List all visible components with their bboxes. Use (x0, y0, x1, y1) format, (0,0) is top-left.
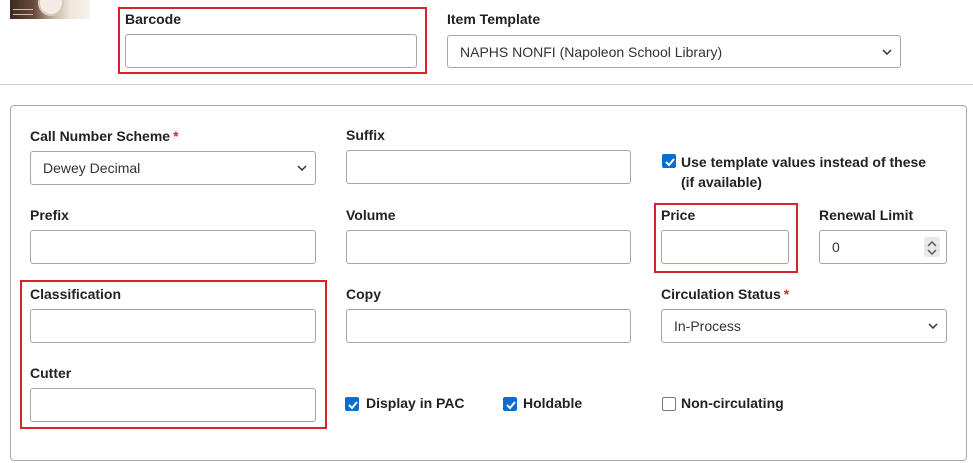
required-indicator: * (783, 286, 790, 302)
circulation-status-value: In-Process (674, 318, 741, 334)
chevron-down-icon (928, 310, 938, 342)
call-number-scheme-value: Dewey Decimal (43, 160, 141, 176)
cutter-label: Cutter (30, 365, 72, 381)
copy-input[interactable] (346, 309, 631, 343)
call-number-scheme-select[interactable]: Dewey Decimal (30, 151, 316, 185)
renewal-limit-label: Renewal Limit (819, 207, 914, 223)
volume-label: Volume (346, 207, 396, 223)
suffix-label: Suffix (346, 127, 385, 143)
price-input[interactable] (661, 230, 789, 264)
chevron-down-icon (882, 36, 892, 67)
item-cover-thumbnail (10, 0, 90, 19)
item-template-select[interactable]: NAPHS NONFI (Napoleon School Library) (447, 35, 901, 68)
holdable-checkbox[interactable] (503, 397, 517, 411)
stepper-arrows-icon[interactable] (924, 237, 940, 257)
suffix-input[interactable] (346, 150, 631, 184)
cover-image-plate (38, 0, 64, 16)
required-indicator: * (173, 128, 179, 144)
volume-input[interactable] (346, 230, 631, 264)
use-template-values-label: Use template values instead of these (if… (681, 152, 926, 192)
display-in-pac-label: Display in PAC (366, 395, 465, 411)
holdable-label: Holdable (523, 395, 583, 411)
circulation-status-label-text: Circulation Status (661, 286, 781, 302)
section-divider (0, 84, 973, 85)
display-in-pac-checkbox[interactable] (345, 397, 359, 411)
copy-label: Copy (346, 286, 381, 302)
checkmark-icon (665, 158, 675, 167)
item-template-value: NAPHS NONFI (Napoleon School Library) (460, 44, 723, 60)
prefix-input[interactable] (30, 230, 316, 264)
use-template-values-checkbox[interactable] (662, 154, 676, 168)
checkmark-icon (506, 401, 516, 410)
cover-image-text (13, 9, 33, 15)
price-label: Price (661, 207, 696, 223)
non-circulating-checkbox[interactable] (662, 397, 676, 411)
circulation-status-select[interactable]: In-Process (661, 309, 947, 343)
barcode-label: Barcode (125, 11, 182, 27)
cutter-input[interactable] (30, 388, 316, 422)
renewal-limit-input[interactable]: 0 (819, 230, 947, 264)
classification-label: Classification (30, 286, 122, 302)
use-template-values-line1: Use template values instead of these (681, 154, 927, 170)
item-template-label: Item Template (447, 11, 541, 27)
checkmark-icon (348, 401, 358, 410)
barcode-input[interactable] (125, 34, 417, 68)
use-template-values-line2: (if available) (681, 174, 762, 190)
non-circulating-label: Non-circulating (681, 395, 784, 411)
call-number-scheme-label: Call Number Scheme * (30, 128, 179, 144)
circulation-status-label: Circulation Status * (661, 286, 789, 302)
renewal-limit-value: 0 (832, 239, 840, 255)
classification-input[interactable] (30, 309, 316, 343)
chevron-down-icon (297, 152, 307, 184)
prefix-label: Prefix (30, 207, 69, 223)
call-number-scheme-label-text: Call Number Scheme (30, 128, 171, 144)
